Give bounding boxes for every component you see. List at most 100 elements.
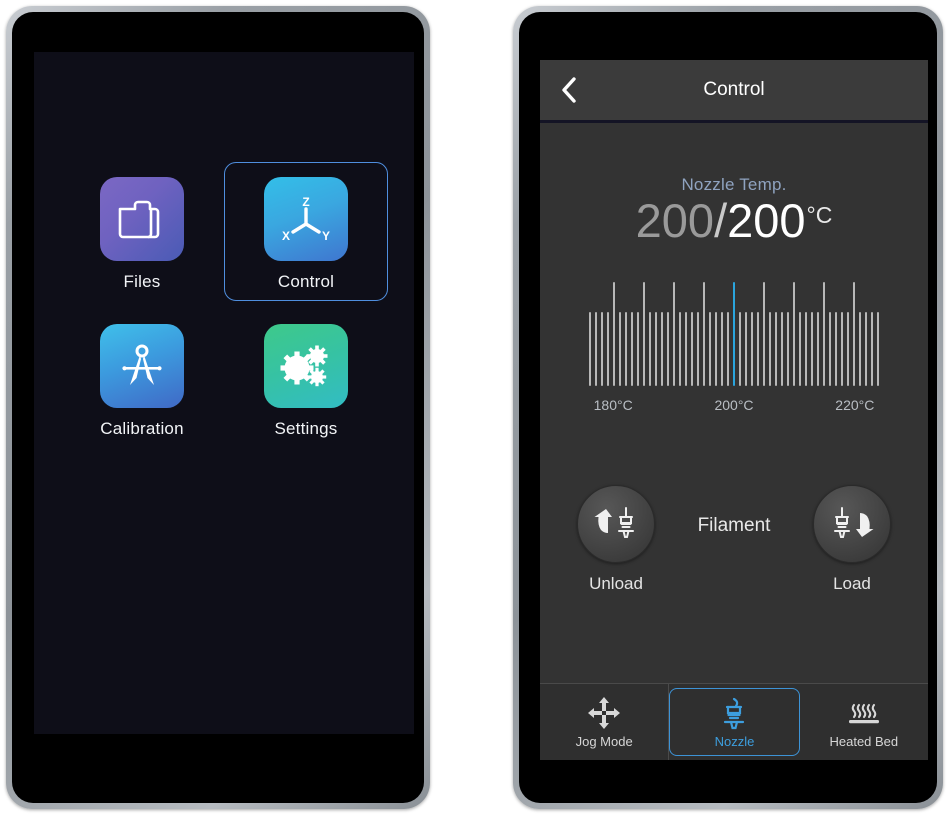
ruler-tick[interactable] [619, 312, 621, 386]
ruler-tick[interactable] [589, 312, 591, 386]
filament-unload-label: Unload [589, 574, 643, 593]
ruler-tick[interactable] [835, 312, 837, 386]
ruler-tick[interactable] [805, 312, 807, 386]
ruler-tick[interactable] [817, 312, 819, 386]
ruler-tick[interactable] [775, 312, 777, 386]
axis-label-x: X [282, 229, 290, 243]
ruler-tick[interactable] [811, 312, 813, 386]
filament-load-label: Load [833, 574, 871, 593]
control-body: Nozzle Temp. 200/200°C 180°C200°C220°C [540, 123, 928, 683]
tab-heated-bed[interactable]: Heated Bed [800, 684, 928, 760]
nozzle-temp-readout: 200/200°C [540, 197, 928, 244]
ruler-tick[interactable] [757, 312, 759, 386]
nozzle-arrow-down-icon [833, 507, 874, 538]
ruler-tick[interactable] [727, 312, 729, 386]
ruler-tick[interactable] [787, 312, 789, 386]
ruler-tick[interactable] [847, 312, 849, 386]
ruler-tick[interactable] [739, 312, 741, 386]
ruler-tick[interactable] [679, 312, 681, 386]
ruler-tick[interactable] [853, 282, 855, 386]
ruler-tick[interactable] [697, 312, 699, 386]
app-tile-control[interactable]: Z X Y [264, 177, 348, 261]
compass-icon [122, 344, 162, 385]
filament-load-button[interactable] [812, 485, 891, 563]
right-device-bezel: Control Nozzle Temp. 200/200°C 180°C 200°… [513, 6, 943, 809]
ruler-tick[interactable] [685, 312, 687, 386]
ruler-tick[interactable] [859, 312, 861, 386]
ruler-tick[interactable] [643, 282, 645, 386]
ruler-tick[interactable] [763, 282, 765, 386]
ruler-tick[interactable] [823, 282, 825, 386]
ruler-tick[interactable] [667, 312, 669, 386]
move-arrows-icon [587, 696, 621, 730]
gears-icon [280, 345, 328, 387]
tab-nozzle[interactable]: Nozzle [669, 688, 800, 756]
app-item-calibration[interactable]: Calibration [60, 309, 224, 448]
tab-jog-mode[interactable]: Jog Mode [540, 684, 670, 760]
temperature-ruler-ticks[interactable] [589, 280, 879, 386]
filament-unload-button[interactable] [577, 485, 655, 563]
nozzle-current-temp: 200 [635, 194, 715, 247]
ruler-tick[interactable] [649, 312, 651, 386]
ruler-tick[interactable] [799, 312, 801, 386]
nozzle-target-temp: 200 [727, 194, 806, 247]
tab-label-jog-mode: Jog Mode [575, 733, 633, 749]
ruler-tick[interactable] [673, 282, 675, 386]
ruler-tick[interactable] [691, 312, 693, 386]
page-title: Control [703, 79, 765, 100]
ruler-tick[interactable] [655, 312, 657, 386]
ruler-tick[interactable] [703, 282, 705, 386]
filament-unload-group: Unload [564, 485, 668, 594]
ruler-tick[interactable] [793, 282, 795, 386]
ruler-tick[interactable] [745, 312, 747, 386]
nozzle-icon [719, 696, 749, 730]
ruler-label: 180°C [593, 397, 633, 413]
app-grid: Files Z X Y Control Calibration Settings [60, 162, 388, 448]
ruler-tick[interactable] [625, 312, 627, 386]
app-item-files[interactable]: Files [60, 162, 224, 301]
ruler-tick[interactable] [637, 312, 639, 386]
tab-label-nozzle: Nozzle [714, 733, 755, 749]
ruler-tick[interactable] [715, 312, 717, 386]
ruler-tick[interactable] [877, 312, 879, 386]
ruler-tick[interactable] [751, 312, 753, 386]
ruler-tick[interactable] [721, 312, 723, 386]
app-item-settings[interactable]: Settings [224, 309, 388, 448]
left-device-frame: Files Z X Y Control Calibration Settings [12, 12, 424, 803]
app-tile-calibration[interactable] [100, 324, 184, 408]
ruler-tick[interactable] [661, 312, 663, 386]
app-tile-settings[interactable] [264, 324, 348, 408]
axis-label-z: Z [302, 195, 309, 209]
app-label-control: Control [277, 272, 335, 291]
ruler-tick[interactable] [607, 312, 609, 386]
ruler-tick[interactable] [841, 312, 843, 386]
ruler-tick[interactable] [709, 312, 711, 386]
nozzle-arrow-up-icon [594, 507, 634, 538]
ruler-tick[interactable] [829, 312, 831, 386]
ruler-tick[interactable] [871, 312, 873, 386]
app-tile-files[interactable] [100, 177, 184, 261]
ruler-tick[interactable] [733, 282, 735, 386]
filament-load-group: Load [800, 485, 904, 594]
ruler-tick[interactable] [595, 312, 597, 386]
ruler-tick[interactable] [781, 312, 783, 386]
app-label-settings: Settings [274, 419, 338, 438]
control-titlebar: Control [540, 60, 928, 123]
tab-label-heated-bed: Heated Bed [829, 733, 899, 749]
app-item-control[interactable]: Z X Y Control [224, 162, 388, 301]
control-screen: Control Nozzle Temp. 200/200°C 180°C 200°… [540, 60, 928, 760]
back-button[interactable] [554, 74, 586, 106]
axis-label-y: Y [322, 229, 330, 243]
ruler-tick[interactable] [613, 282, 615, 386]
ruler-label: 220°C [835, 397, 875, 413]
filament-controls: Unload Filament Load [540, 485, 928, 594]
left-device-bezel: Files Z X Y Control Calibration Settings [6, 6, 430, 809]
ruler-tick[interactable] [769, 312, 771, 386]
nozzle-temp-unit: °C [806, 202, 833, 228]
ruler-tick[interactable] [601, 312, 603, 386]
ruler-tick[interactable] [631, 312, 633, 386]
temperature-slider[interactable]: 180°C 200°C 220°C [589, 280, 879, 415]
ruler-tick[interactable] [865, 312, 867, 386]
right-device-frame: Control Nozzle Temp. 200/200°C 180°C 200°… [519, 12, 937, 803]
xyz-axis-icon: Z X Y [282, 195, 330, 243]
